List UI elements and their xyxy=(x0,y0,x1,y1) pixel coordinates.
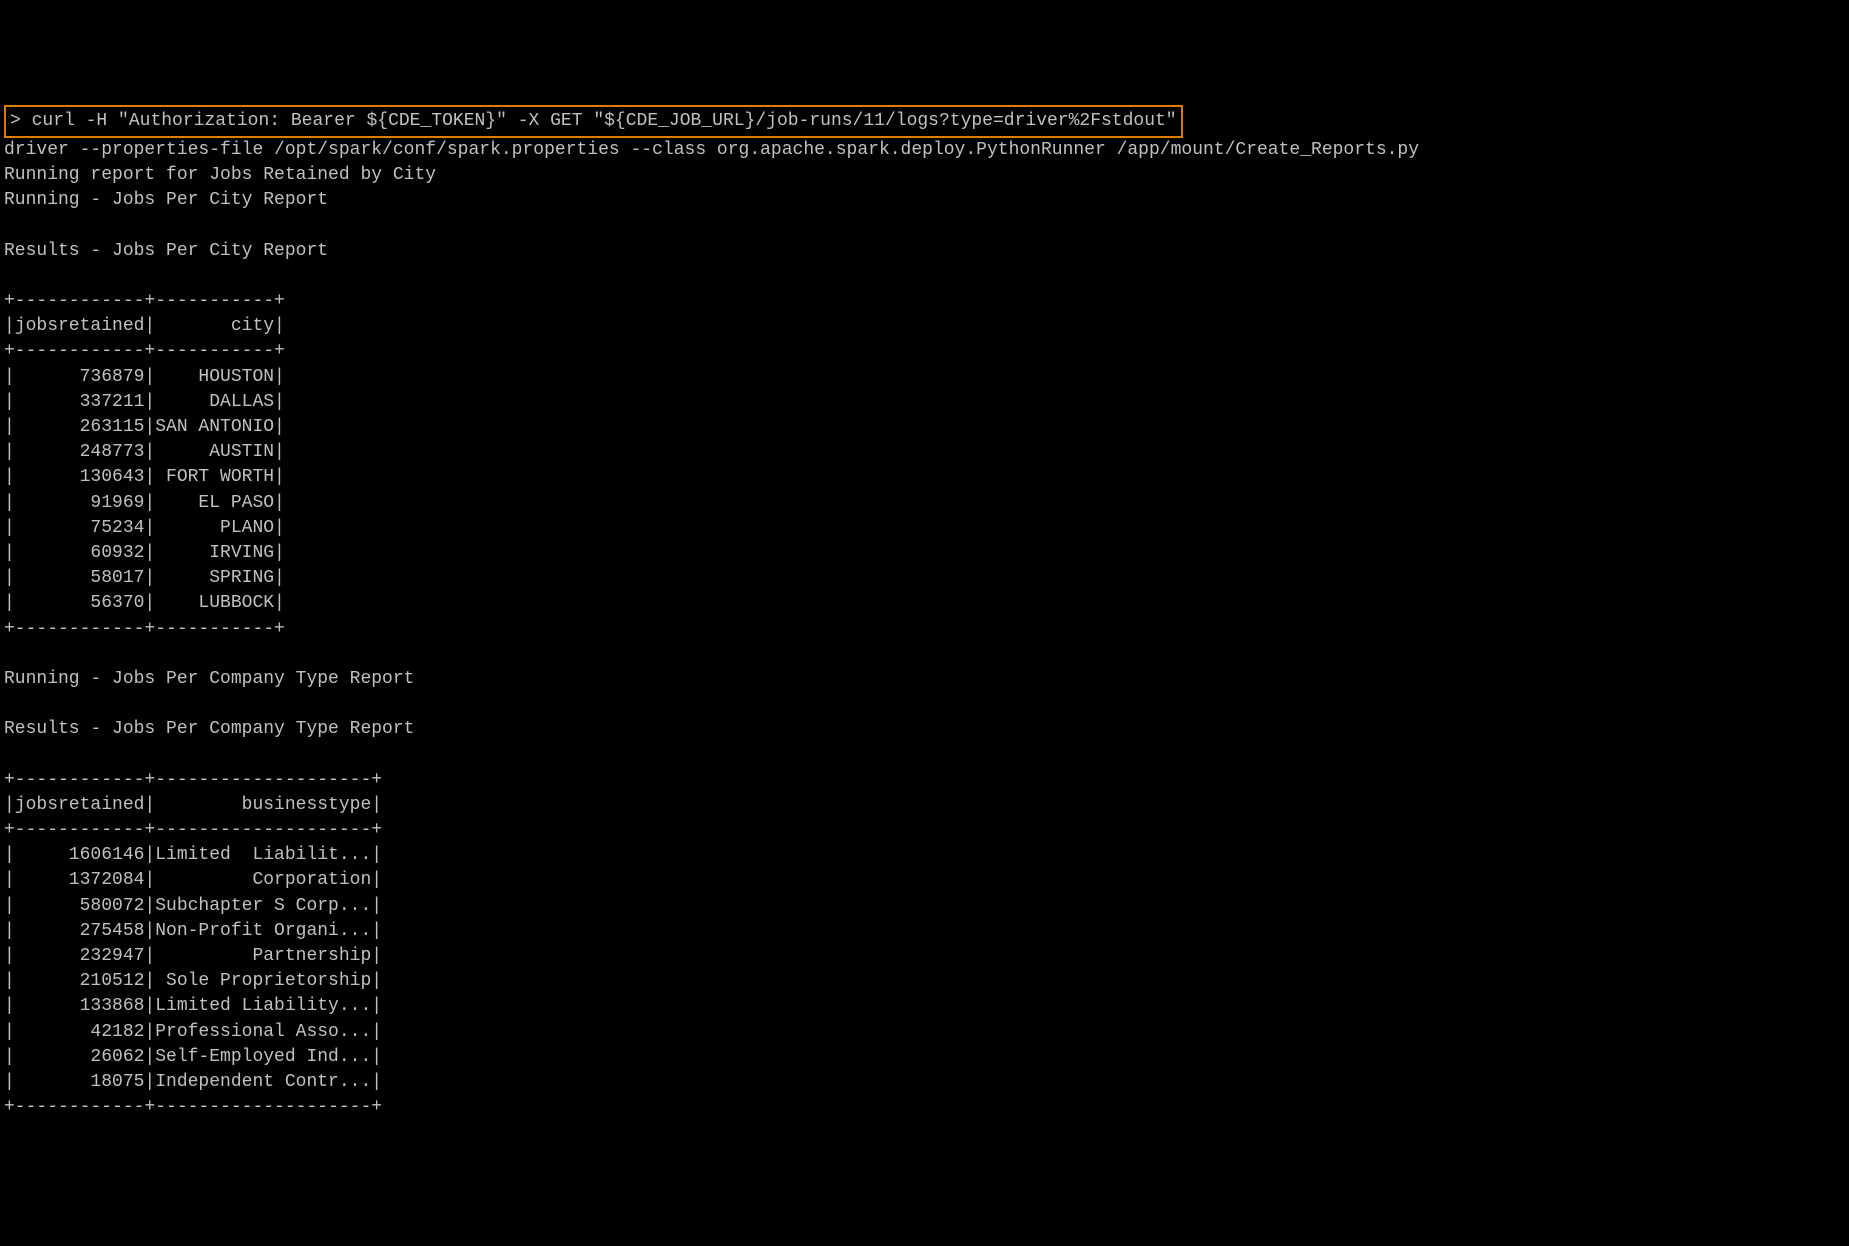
section2-running: Running - Jobs Per Company Type Report xyxy=(0,669,414,689)
table-row: | 248773| AUSTIN| xyxy=(0,442,285,462)
table1-separator-top: +------------+-----------+ xyxy=(0,291,285,311)
prompt: > xyxy=(10,111,21,131)
table2-separator-bottom: +------------+--------------------+ xyxy=(0,1097,382,1117)
section1-results: Results - Jobs Per City Report xyxy=(0,241,328,261)
driver-line: driver --properties-file /opt/spark/conf… xyxy=(0,140,1419,160)
section1-running: Running - Jobs Per City Report xyxy=(0,190,328,210)
table-row: | 1606146|Limited Liabilit...| xyxy=(0,845,382,865)
table-row: | 337211| DALLAS| xyxy=(0,392,285,412)
table2-separator-mid: +------------+--------------------+ xyxy=(0,820,382,840)
table-row: | 133868|Limited Liability...| xyxy=(0,996,382,1016)
table2-separator-top: +------------+--------------------+ xyxy=(0,770,382,790)
table1-separator-bottom: +------------+-----------+ xyxy=(0,619,285,639)
table-row: | 42182|Professional Asso...| xyxy=(0,1022,382,1042)
table1-header: |jobsretained| city| xyxy=(0,316,285,336)
table2-header: |jobsretained| businesstype| xyxy=(0,795,382,815)
table-row: | 1372084| Corporation| xyxy=(0,870,382,890)
command-text: curl -H "Authorization: Bearer ${CDE_TOK… xyxy=(32,111,1177,131)
table1-separator-mid: +------------+-----------+ xyxy=(0,341,285,361)
table-row: | 275458|Non-Profit Organi...| xyxy=(0,921,382,941)
command-line: > curl -H "Authorization: Bearer ${CDE_T… xyxy=(4,105,1183,138)
table-row: | 232947| Partnership| xyxy=(0,946,382,966)
table-row: | 75234| PLANO| xyxy=(0,518,285,538)
terminal-output: > curl -H "Authorization: Bearer ${CDE_T… xyxy=(0,101,1849,1121)
section2-results: Results - Jobs Per Company Type Report xyxy=(0,719,414,739)
running-report-line: Running report for Jobs Retained by City xyxy=(0,165,436,185)
table-row: | 18075|Independent Contr...| xyxy=(0,1072,382,1092)
table-row: | 130643| FORT WORTH| xyxy=(0,467,285,487)
table-row: | 56370| LUBBOCK| xyxy=(0,593,285,613)
table-row: | 263115|SAN ANTONIO| xyxy=(0,417,285,437)
table-row: | 736879| HOUSTON| xyxy=(0,367,285,387)
table-row: | 580072|Subchapter S Corp...| xyxy=(0,896,382,916)
table-row: | 210512| Sole Proprietorship| xyxy=(0,971,382,991)
table-row: | 91969| EL PASO| xyxy=(0,493,285,513)
table-row: | 26062|Self-Employed Ind...| xyxy=(0,1047,382,1067)
table-row: | 58017| SPRING| xyxy=(0,568,285,588)
table-row: | 60932| IRVING| xyxy=(0,543,285,563)
